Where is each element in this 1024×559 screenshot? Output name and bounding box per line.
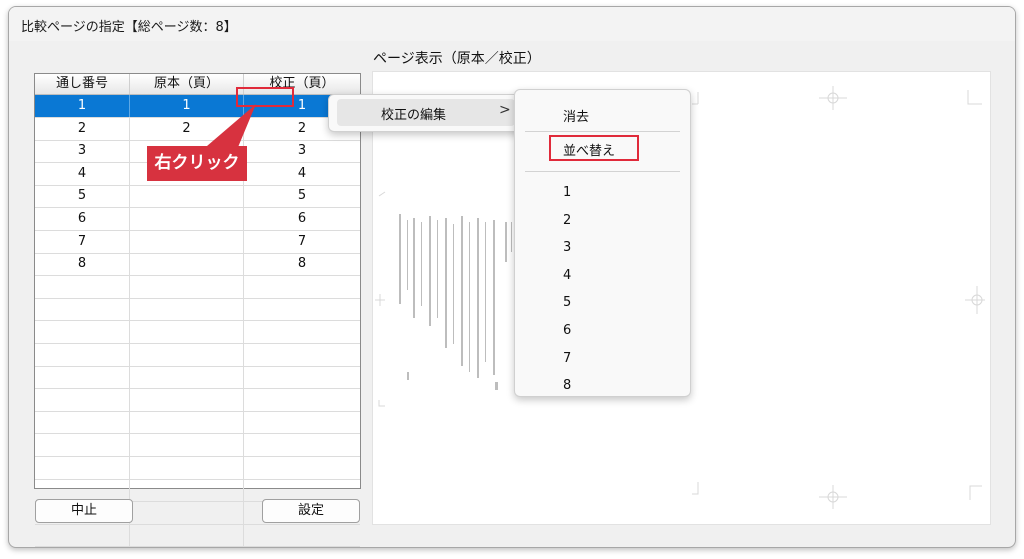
table-row[interactable]: 77: [35, 230, 360, 254]
table-row[interactable]: [35, 456, 360, 480]
context-menu: 校正の編集 >: [328, 94, 525, 132]
serial-cell[interactable]: [35, 298, 130, 321]
original-page-cell[interactable]: [130, 501, 244, 524]
original-page-cell[interactable]: [130, 456, 244, 479]
title-bar: 比較ページの指定【総ページ数：8】: [9, 7, 1015, 41]
compare-pages-dialog: 比較ページの指定【総ページ数：8】 通し番号 原本（頁） 校正（頁） 11122…: [8, 6, 1016, 548]
original-page-cell[interactable]: [130, 524, 244, 547]
proof-page-cell[interactable]: [244, 389, 360, 411]
serial-cell[interactable]: 5: [35, 185, 130, 208]
original-page-cell[interactable]: [130, 434, 244, 456]
table-row[interactable]: [35, 275, 360, 299]
menu-item-page[interactable]: 8: [563, 378, 571, 393]
preview-label: ページ表示（原本／校正）: [373, 51, 541, 67]
table-row[interactable]: [35, 343, 360, 367]
table-row[interactable]: [35, 298, 360, 322]
original-page-cell[interactable]: [130, 275, 244, 298]
table-row[interactable]: [35, 524, 360, 547]
table-row[interactable]: [35, 321, 360, 344]
proof-page-cell[interactable]: 4: [244, 163, 360, 185]
serial-cell[interactable]: 1: [35, 95, 130, 117]
serial-cell[interactable]: 7: [35, 230, 130, 253]
menu-item-edit-proof-label: 校正の編集: [381, 108, 447, 123]
menu-item-page[interactable]: 5: [563, 295, 571, 310]
menu-item-page[interactable]: 7: [563, 351, 571, 366]
original-page-cell[interactable]: [130, 298, 244, 321]
proof-page-cell[interactable]: 7: [244, 231, 360, 253]
menu-separator: [525, 171, 680, 172]
menu-item-page[interactable]: 4: [563, 268, 571, 283]
original-page-cell[interactable]: [130, 321, 244, 343]
menu-separator: [525, 131, 680, 132]
serial-cell[interactable]: [35, 343, 130, 366]
table-row[interactable]: [35, 388, 360, 412]
serial-cell[interactable]: [35, 321, 130, 343]
proof-page-cell[interactable]: [244, 434, 360, 456]
menu-item-sort[interactable]: 並べ替え: [563, 140, 615, 159]
serial-cell[interactable]: [35, 456, 130, 479]
proof-page-cell[interactable]: [244, 276, 360, 298]
proof-page-cell[interactable]: [244, 366, 360, 388]
proof-page-cell[interactable]: [244, 321, 360, 343]
page-mapping-table[interactable]: 通し番号 原本（頁） 校正（頁） 111222334455667788: [34, 73, 361, 547]
original-page-cell[interactable]: [130, 479, 244, 502]
serial-cell[interactable]: [35, 275, 130, 298]
dialog-title: 比較ページの指定【総ページ数：8】: [21, 20, 237, 35]
cancel-button[interactable]: 中止: [35, 499, 133, 523]
proof-page-cell[interactable]: [244, 457, 360, 479]
table-row[interactable]: 222: [35, 117, 360, 141]
callout-pointer-icon: [200, 104, 256, 152]
original-page-cell[interactable]: [130, 411, 244, 434]
serial-cell[interactable]: 2: [35, 117, 130, 140]
serial-cell[interactable]: 8: [35, 253, 130, 276]
original-page-cell[interactable]: [130, 366, 244, 389]
serial-cell[interactable]: [35, 411, 130, 434]
table-row[interactable]: [35, 411, 360, 435]
proof-page-cell[interactable]: [244, 344, 360, 366]
original-page-cell[interactable]: [130, 388, 244, 411]
serial-cell[interactable]: [35, 479, 130, 502]
table-row[interactable]: 55: [35, 185, 360, 209]
original-page-cell[interactable]: [130, 208, 244, 230]
proof-page-cell[interactable]: [244, 298, 360, 320]
serial-cell[interactable]: [35, 524, 130, 547]
menu-item-page[interactable]: 3: [563, 240, 571, 255]
proof-page-cell[interactable]: [244, 411, 360, 433]
table-row[interactable]: 111: [35, 95, 360, 118]
proof-page-cell[interactable]: [244, 479, 360, 501]
serial-cell[interactable]: 4: [35, 162, 130, 185]
serial-cell[interactable]: 6: [35, 208, 130, 230]
original-page-cell[interactable]: [130, 253, 244, 276]
table-row[interactable]: [35, 434, 360, 457]
original-page-cell[interactable]: [130, 185, 244, 208]
header-serial-number[interactable]: 通し番号: [35, 74, 130, 94]
menu-item-page[interactable]: 1: [563, 185, 571, 200]
proof-page-cell[interactable]: 5: [244, 185, 360, 207]
table-row[interactable]: 66: [35, 208, 360, 231]
table-header: 通し番号 原本（頁） 校正（頁）: [35, 74, 360, 95]
menu-item-delete[interactable]: 消去: [563, 106, 589, 125]
header-original-page[interactable]: 原本（頁）: [130, 74, 244, 94]
menu-item-edit-proof[interactable]: 校正の編集 >: [337, 99, 515, 126]
set-button[interactable]: 設定: [262, 499, 360, 523]
serial-cell[interactable]: [35, 388, 130, 411]
proof-page-cell[interactable]: [244, 524, 360, 546]
proof-edit-submenu: 消去 並べ替え 1 2 3 4 5 6 7 8: [514, 89, 691, 397]
serial-cell[interactable]: [35, 366, 130, 389]
original-page-cell[interactable]: [130, 230, 244, 253]
proof-page-cell[interactable]: 8: [244, 253, 360, 275]
menu-item-page[interactable]: 6: [563, 323, 571, 338]
table-row[interactable]: [35, 366, 360, 390]
serial-cell[interactable]: [35, 434, 130, 456]
menu-item-page[interactable]: 2: [563, 213, 571, 228]
original-page-cell[interactable]: [130, 343, 244, 366]
table-row[interactable]: 88: [35, 253, 360, 277]
chevron-right-icon: >: [499, 102, 511, 118]
right-click-callout: 右クリック: [147, 146, 247, 181]
proof-page-cell[interactable]: 3: [244, 140, 360, 162]
proof-page-cell[interactable]: 6: [244, 208, 360, 230]
serial-cell[interactable]: 3: [35, 140, 130, 163]
